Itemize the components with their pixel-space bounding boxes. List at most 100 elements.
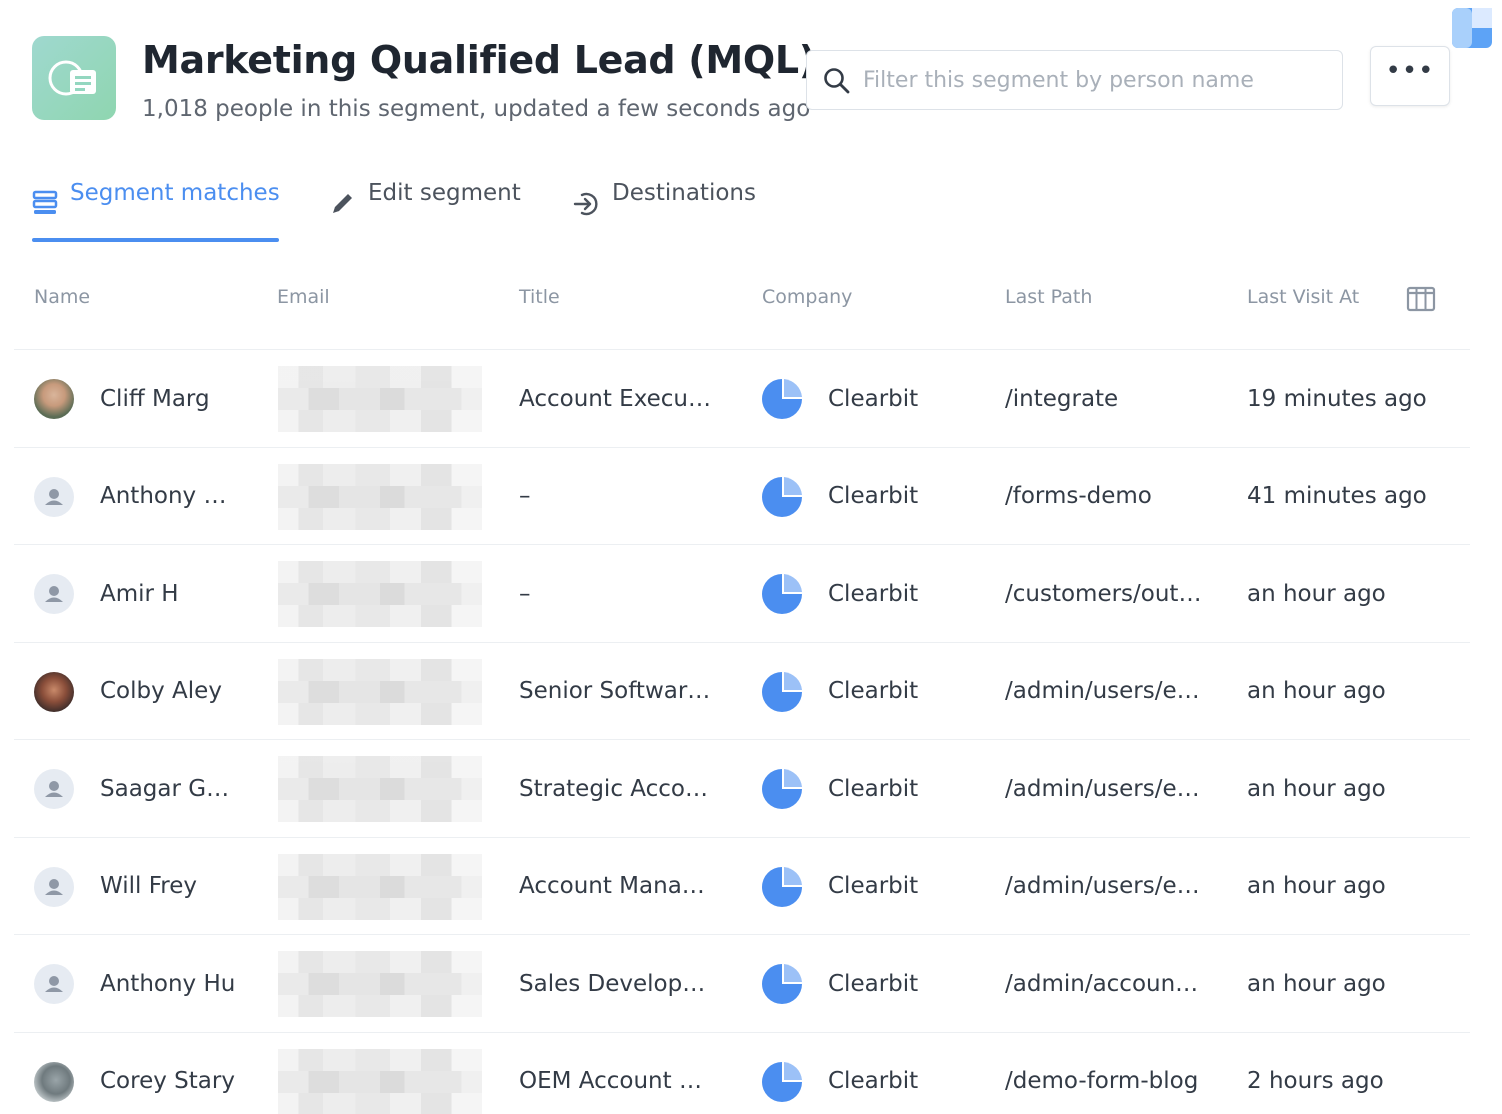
person-name: Saagar G… <box>100 775 230 802</box>
company-logo-icon <box>762 574 802 614</box>
more-options-button[interactable]: ••• <box>1370 46 1450 106</box>
company-name: Clearbit <box>828 580 919 607</box>
company-logo-icon <box>762 866 802 907</box>
clearbit-logo-icon <box>1452 8 1492 48</box>
page-title: Marketing Qualified Lead (MQL) <box>142 38 816 82</box>
person-name: Corey Stary <box>100 1068 235 1094</box>
columns-icon[interactable] <box>1406 286 1436 312</box>
column-header-company[interactable]: Company <box>762 286 852 308</box>
company-logo-icon <box>762 769 802 809</box>
email-redacted <box>278 1048 482 1114</box>
last-path: /admin/users/e… <box>1005 678 1200 704</box>
person-name: Will Frey <box>100 873 197 899</box>
tab-bar: Segment matches Edit segment Destination… <box>32 180 932 244</box>
table-row[interactable]: Amir H – Clearbit/customers/out… an hour ag… <box>14 545 1470 643</box>
company-name: Clearbit <box>828 775 919 802</box>
person-title: Account Mana… <box>519 873 705 899</box>
tab-edit-segment[interactable]: Edit segment <box>330 180 521 240</box>
table-row[interactable]: Will Frey Account Mana… Clearbit/admin/use… <box>14 838 1470 935</box>
person-title: – <box>519 483 531 509</box>
last-visit: 41 minutes ago <box>1247 483 1427 509</box>
tab-label: Segment matches <box>70 180 280 206</box>
last-path: /integrate <box>1005 385 1119 412</box>
last-visit: 2 hours ago <box>1247 1068 1384 1094</box>
tab-segment-matches[interactable]: Segment matches <box>32 180 280 240</box>
last-visit: an hour ago <box>1247 970 1386 997</box>
email-redacted <box>278 756 482 822</box>
person-title: Account Execu… <box>519 385 711 412</box>
company-name: Clearbit <box>828 970 919 997</box>
company-logo-icon <box>762 1061 802 1102</box>
active-tab-indicator <box>32 238 279 242</box>
company-logo-icon <box>762 964 802 1004</box>
person-name: Amir H <box>100 580 179 607</box>
search-box[interactable] <box>806 50 1343 110</box>
last-path: /demo-form-blog <box>1005 1068 1199 1094</box>
default-avatar-icon <box>34 476 74 517</box>
last-visit: an hour ago <box>1247 678 1386 704</box>
person-title: – <box>519 580 531 607</box>
last-visit: an hour ago <box>1247 775 1386 802</box>
person-name: Colby Aley <box>100 678 222 704</box>
company-name: Clearbit <box>828 678 919 704</box>
default-avatar-icon <box>34 574 74 614</box>
exit-arrow-icon <box>573 192 598 216</box>
company-logo-icon <box>762 476 802 517</box>
person-title: Strategic Acco… <box>519 775 708 802</box>
segment-count-subtitle: 1,018 people in this segment, updated a … <box>142 96 811 122</box>
table-row[interactable]: Anthony Hu Sales Develop… Clearbit/admin/a… <box>14 935 1470 1033</box>
search-input[interactable] <box>863 63 1323 97</box>
person-name: Cliff Marg <box>100 385 210 412</box>
people-table: Name Email Title Company Last Path Last … <box>14 262 1470 1114</box>
table-row[interactable]: Saagar G… Strategic Acco… Clearbit/admin/u… <box>14 740 1470 838</box>
last-path: /admin/users/e… <box>1005 873 1200 899</box>
email-redacted <box>278 366 482 432</box>
email-redacted <box>278 463 482 530</box>
tab-destinations[interactable]: Destinations <box>572 180 756 240</box>
company-name: Clearbit <box>828 873 919 899</box>
segment-header: Marketing Qualified Lead (MQL) 1,018 peo… <box>32 36 1452 126</box>
last-path: /admin/users/e… <box>1005 775 1200 802</box>
person-name: Anthony … <box>100 483 227 509</box>
table-header: Name Email Title Company Last Path Last … <box>14 262 1470 350</box>
list-icon <box>32 190 58 214</box>
segment-icon <box>32 36 116 120</box>
tab-label: Destinations <box>612 180 756 206</box>
default-avatar-icon <box>34 964 74 1004</box>
person-name: Anthony Hu <box>100 970 236 997</box>
last-path: /forms-demo <box>1005 483 1152 509</box>
column-header-last-visit[interactable]: Last Visit At <box>1247 286 1359 308</box>
table-row[interactable]: Colby Aley Senior Softwar… Clearbit/admin/… <box>14 643 1470 740</box>
avatar <box>34 1061 74 1102</box>
search-icon <box>824 68 850 94</box>
column-header-name[interactable]: Name <box>34 286 90 308</box>
table-row[interactable]: Anthony … – Clearbit/forms-demo 41 minutes … <box>14 448 1470 545</box>
company-logo-icon <box>762 379 802 419</box>
last-visit: 19 minutes ago <box>1247 385 1427 412</box>
email-redacted <box>278 658 482 725</box>
last-visit: an hour ago <box>1247 873 1386 899</box>
last-path: /admin/accoun… <box>1005 970 1199 997</box>
column-header-email[interactable]: Email <box>277 286 330 308</box>
table-row[interactable]: Corey Stary OEM Account … Clearbit/demo-fo… <box>14 1033 1470 1114</box>
company-name: Clearbit <box>828 483 919 509</box>
person-title: OEM Account … <box>519 1068 702 1094</box>
last-visit: an hour ago <box>1247 580 1386 607</box>
email-redacted <box>278 853 482 920</box>
email-redacted <box>278 561 482 627</box>
default-avatar-icon <box>34 866 74 907</box>
avatar <box>34 379 74 419</box>
company-name: Clearbit <box>828 1068 919 1094</box>
column-header-last-path[interactable]: Last Path <box>1005 286 1092 308</box>
company-name: Clearbit <box>828 385 919 412</box>
column-header-title[interactable]: Title <box>519 286 560 308</box>
table-row[interactable]: Cliff Marg Account Execu… Clearbit/integra… <box>14 350 1470 448</box>
company-logo-icon <box>762 671 802 712</box>
tab-label: Edit segment <box>368 180 521 206</box>
avatar <box>34 671 74 712</box>
pencil-icon <box>333 194 352 213</box>
person-title: Senior Softwar… <box>519 678 711 704</box>
default-avatar-icon <box>34 769 74 809</box>
person-title: Sales Develop… <box>519 970 706 997</box>
email-redacted <box>278 951 482 1017</box>
